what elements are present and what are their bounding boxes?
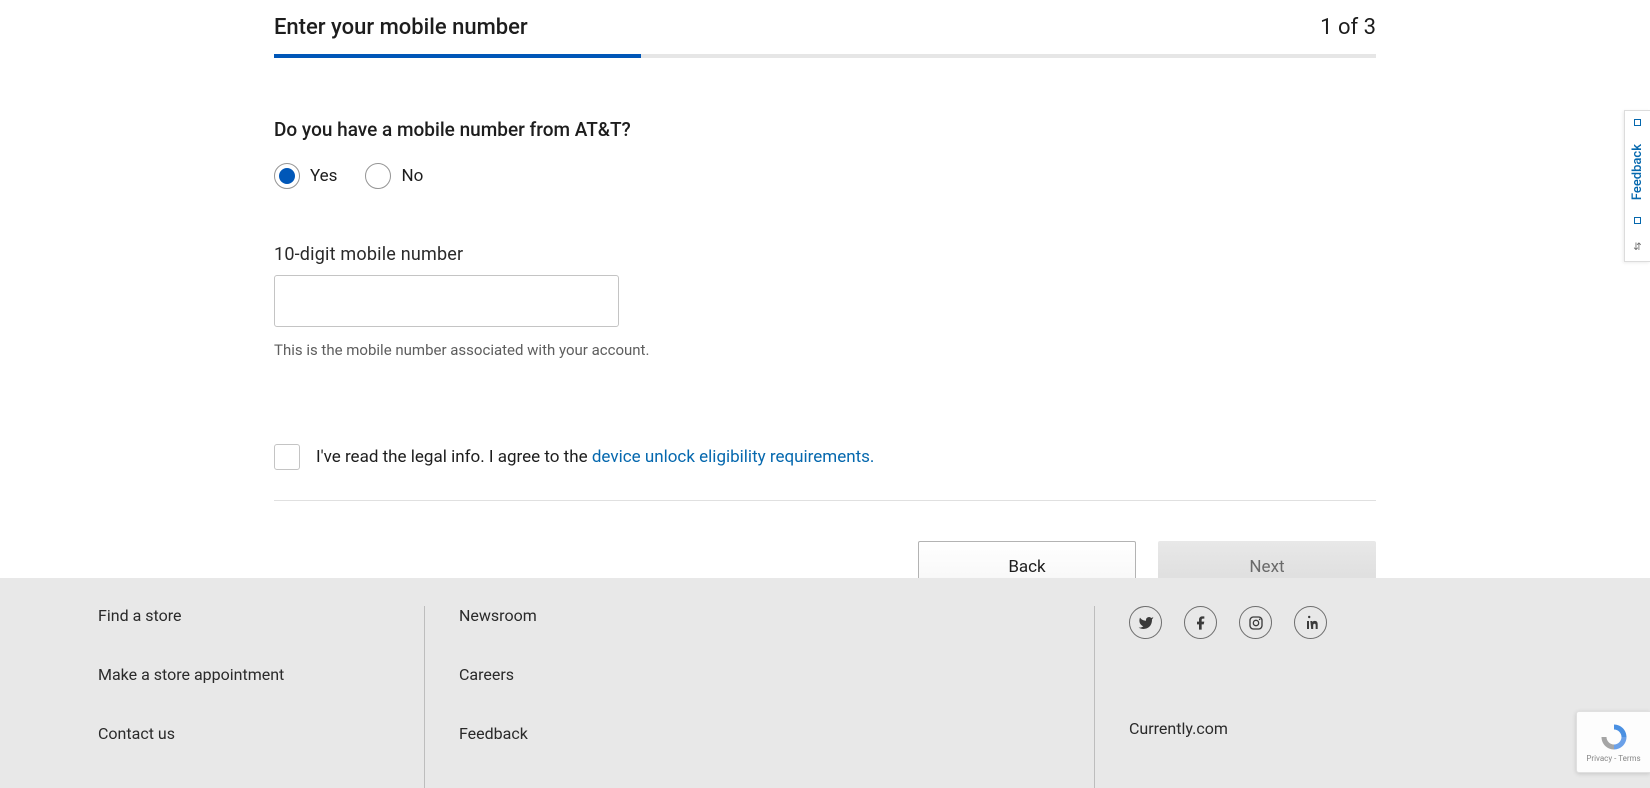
feedback-text: Feedback [1630,144,1645,200]
footer-find-store[interactable]: Find a store [98,606,424,625]
radio-no[interactable]: No [365,163,423,189]
radio-yes-circle [274,163,300,189]
facebook-icon[interactable] [1184,606,1217,639]
footer-feedback[interactable]: Feedback [459,724,1094,743]
recaptcha-badge[interactable]: Privacy - Terms [1576,711,1650,773]
footer-careers[interactable]: Careers [459,665,1094,684]
footer-newsroom[interactable]: Newsroom [459,606,1094,625]
step-title: Enter your mobile number [274,15,528,40]
divider [274,500,1376,501]
phone-label: 10-digit mobile number [274,244,1376,265]
feedback-bottom-icon: ⇵ [1633,242,1641,253]
instagram-icon[interactable] [1239,606,1272,639]
recaptcha-icon [1599,722,1629,752]
eligibility-link[interactable]: device unlock eligibility requirements. [592,447,875,467]
phone-helper: This is the mobile number associated wit… [274,341,1376,359]
footer: Find a store Make a store appointment Co… [0,578,1650,788]
footer-currently[interactable]: Currently.com [1129,719,1552,738]
radio-yes[interactable]: Yes [274,163,337,189]
radio-no-circle [365,163,391,189]
progress-bar [274,54,1376,58]
feedback-tab[interactable]: Feedback ⇵ [1624,110,1650,262]
footer-contact-us[interactable]: Contact us [98,724,424,743]
feedback-top-icon [1634,119,1641,126]
agree-prefix: I've read the legal info. I agree to the [316,447,592,467]
radio-no-label: No [401,166,423,186]
social-row [1129,606,1552,639]
feedback-mid-icon [1634,217,1641,224]
radio-group: Yes No [274,163,1376,189]
step-counter: 1 of 3 [1320,15,1376,40]
footer-store-appointment[interactable]: Make a store appointment [98,665,424,684]
radio-yes-label: Yes [310,166,337,186]
agree-checkbox[interactable] [274,444,300,470]
question-label: Do you have a mobile number from AT&T? [274,118,1376,141]
linkedin-icon[interactable] [1294,606,1327,639]
recaptcha-text: Privacy - Terms [1586,754,1640,763]
progress-fill [274,54,641,58]
phone-input[interactable] [274,275,619,327]
agree-text: I've read the legal info. I agree to the… [316,447,874,467]
twitter-icon[interactable] [1129,606,1162,639]
